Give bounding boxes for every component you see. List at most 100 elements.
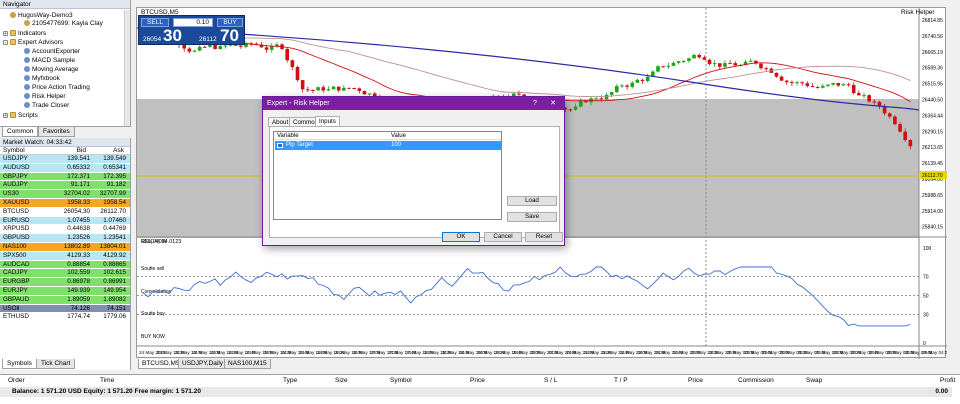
candle-body (635, 79, 640, 83)
market-watch-row[interactable]: AUDCAD 0.88854 0.88865 (0, 260, 130, 270)
parameters-table[interactable]: Variable Value Pip Target 100 (273, 131, 502, 220)
market-watch-row[interactable]: AUDJPY 91.171 91.182 (0, 181, 130, 191)
close-icon[interactable]: ✕ (546, 97, 560, 110)
nav-indicators[interactable]: + Indicators (3, 30, 46, 38)
load-button[interactable]: Load (507, 196, 557, 206)
price-tick-label: 26139.45 (922, 161, 943, 167)
tab-symbols[interactable]: Symbols (2, 359, 37, 369)
market-watch-row[interactable]: SPX500 4129.33 4129.92 (0, 251, 130, 261)
ask-price-small[interactable]: 26112 (199, 36, 217, 43)
col-symbol[interactable]: Symbol (3, 147, 25, 155)
expert-item[interactable]: AccountExporter (24, 48, 80, 56)
candle-body (316, 87, 320, 91)
chart-tab-nas100[interactable]: NAS100,M15 (224, 359, 271, 369)
cancel-button[interactable]: Cancel (484, 232, 522, 242)
reset-button[interactable]: Reset (525, 232, 563, 242)
expand-icon[interactable]: + (3, 30, 8, 36)
terminal-col-time[interactable]: Time (100, 377, 114, 384)
chart-tab-btcusd[interactable]: BTCUSD,M5 (138, 359, 184, 369)
terminal-col-price[interactable]: Price (470, 377, 485, 384)
ask-cell: 149.954 (103, 286, 126, 294)
nav-expert-advisors[interactable]: - Expert Advisors (3, 39, 63, 47)
terminal-col-t-p[interactable]: T / P (614, 377, 628, 384)
ask-cell: 1.23541 (103, 234, 126, 242)
expert-item[interactable]: Trade Closer (24, 102, 69, 110)
col-ask[interactable]: Ask (113, 147, 124, 155)
tab-favorites[interactable]: Favorites (38, 127, 75, 137)
candle-body (568, 109, 573, 111)
candle-body (810, 86, 815, 88)
market-watch-row[interactable]: USDJPY 139.541 139.549 (0, 155, 130, 164)
nav-account-id[interactable]: 2105477699: Kayla Clay (24, 20, 103, 28)
col-variable[interactable]: Variable (277, 132, 299, 140)
ok-button[interactable]: OK (442, 232, 480, 242)
nav-scripts[interactable]: + Scripts (3, 112, 38, 120)
dialog-title-bar[interactable]: Expert - Risk Helper ? ✕ (263, 97, 564, 110)
folder-icon (10, 39, 16, 46)
expert-item[interactable]: MACD Sample (24, 57, 75, 65)
bid-price-big[interactable]: 30 (163, 26, 182, 46)
help-icon[interactable]: ? (528, 97, 542, 110)
terminal-col-swap[interactable]: Swap (806, 377, 822, 384)
tab-tick-chart[interactable]: Tick Chart (36, 359, 76, 369)
parameter-value[interactable]: 100 (391, 141, 401, 150)
terminal-col-s-l[interactable]: S / L (544, 377, 557, 384)
expert-item[interactable]: Risk Helper (24, 93, 66, 101)
rsi-label: RSI(14) 34.0123 (141, 239, 182, 245)
chart-tabs: BTCUSD,M5 USDJPY,Daily NAS100,M15 (136, 359, 946, 370)
market-watch-row[interactable]: US30 32704.02 32707.99 (0, 190, 130, 199)
parameter-row[interactable]: Pip Target 100 (275, 141, 501, 150)
candle-body (764, 68, 768, 70)
expert-item[interactable]: Myfxbook (24, 75, 60, 83)
bid-cell: 0.86978 (67, 278, 90, 286)
tab-common[interactable]: Common (2, 127, 39, 137)
market-watch-row[interactable]: USOil 74.126 74.151 (0, 304, 130, 314)
navigator-scrollbar[interactable] (124, 10, 130, 126)
market-watch-row[interactable]: CADJPY 102.559 102.615 (0, 269, 130, 279)
market-watch-row[interactable]: XAUUSD 1958.33 1958.54 (0, 198, 130, 208)
ask-price-big[interactable]: 70 (220, 26, 239, 46)
market-watch-row[interactable]: EURUSD 1.07455 1.07460 (0, 216, 130, 226)
nav-account[interactable]: HugosWay-Demo3 (10, 12, 73, 20)
chart-tab-usdjpy[interactable]: USDJPY,Daily (178, 359, 228, 369)
bid-cell: 1.23526 (67, 234, 90, 242)
market-watch-row[interactable]: BTCUSD 26054.30 26112.70 (0, 207, 130, 217)
symbol-cell: GBPJPY (3, 172, 28, 180)
market-watch-row[interactable]: EURJPY 149.939 149.954 (0, 286, 130, 296)
bid-cell: 102.559 (67, 269, 90, 277)
terminal-col-type[interactable]: Type (283, 377, 297, 384)
balance-row[interactable]: Balance: 1 571.20 USD Equity: 1 571.20 F… (0, 387, 952, 397)
rsi-tick-label: 70 (923, 275, 929, 281)
expert-advisor-icon (24, 66, 30, 73)
candle-body (790, 82, 794, 84)
save-button[interactable]: Save (507, 212, 557, 222)
market-watch-row[interactable]: NAS100 13802.89 13804.01 (0, 242, 130, 252)
market-watch-row[interactable]: XRPUSD 0.44638 0.44769 (0, 225, 130, 235)
candle-body (197, 46, 202, 51)
expert-item[interactable]: Moving Average (24, 66, 79, 74)
market-watch-row[interactable]: GBPAUD 1.89059 1.89082 (0, 295, 130, 305)
market-watch-row[interactable]: EURGBP 0.86978 0.86991 (0, 278, 130, 287)
col-value[interactable]: Value (391, 132, 406, 140)
expert-item[interactable]: Price Action Trading (24, 84, 90, 92)
bid-price-small[interactable]: 26054 (143, 36, 161, 43)
terminal-col-profit[interactable]: Profit (940, 377, 955, 384)
terminal-col-price[interactable]: Price (688, 377, 703, 384)
col-bid[interactable]: Bid (77, 147, 86, 155)
candle-body (676, 61, 681, 63)
expand-icon[interactable]: + (3, 112, 8, 118)
terminal-col-symbol[interactable]: Symbol (390, 377, 412, 384)
collapse-icon[interactable]: - (3, 39, 8, 45)
ask-cell: 139.549 (103, 155, 126, 162)
terminal-col-commission[interactable]: Commission (738, 377, 774, 384)
market-watch-row[interactable]: GBPUSD 1.23526 1.23541 (0, 234, 130, 243)
terminal-col-size[interactable]: Size (335, 377, 348, 384)
candle-body (218, 46, 223, 50)
folder-icon (10, 112, 16, 119)
market-watch-row[interactable]: AUDUSD 0.65332 0.65341 (0, 163, 130, 173)
market-watch-row[interactable]: ETHUSD 1774.74 1779.06 (0, 313, 130, 323)
price-tick-label: 26665.19 (922, 50, 943, 56)
bid-cell: 172.371 (67, 172, 90, 180)
terminal-col-order[interactable]: Order (8, 377, 25, 384)
market-watch-row[interactable]: GBPJPY 172.371 172.395 (0, 172, 130, 182)
